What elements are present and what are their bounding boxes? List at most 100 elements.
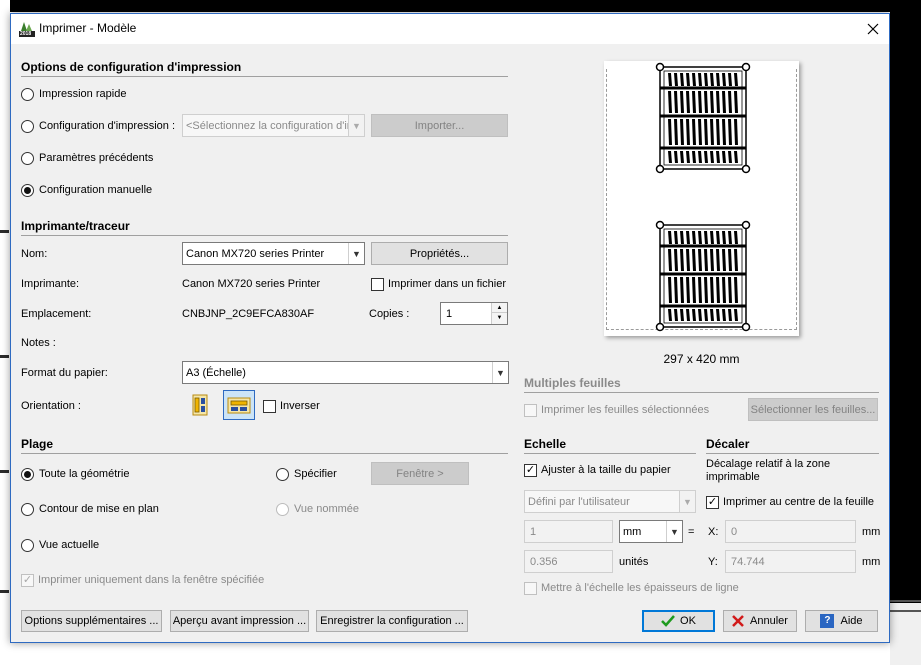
radio-all-geometry[interactable] xyxy=(21,468,34,481)
unit-select[interactable]: mm ▼ xyxy=(619,520,683,543)
radio-layout-outline-label: Contour de mise en plan xyxy=(39,503,159,515)
cancel-icon xyxy=(732,615,744,627)
radio-quick-print[interactable] xyxy=(21,88,34,101)
background-line xyxy=(890,610,921,612)
scale-heading: Echelle xyxy=(524,437,567,451)
print-selected-sheets-label: Imprimer les feuilles sélectionnées xyxy=(541,404,710,416)
offset-y-label: Y: xyxy=(708,556,718,568)
offset-y-unit: mm xyxy=(862,556,881,568)
divider xyxy=(524,453,696,454)
print-to-file-label: Imprimer dans un fichier xyxy=(388,278,506,290)
multi-sheets-heading: Multiples feuilles xyxy=(524,376,621,390)
scale-select[interactable]: Défini par l'utilisateur ▼ xyxy=(524,490,696,513)
print-config-select[interactable]: <Sélectionnez la configuration d'in ▼ xyxy=(182,114,365,137)
radio-all-geometry-label: Toute la géométrie xyxy=(39,468,130,480)
background-mark xyxy=(0,230,9,233)
radio-print-config[interactable] xyxy=(21,120,34,133)
select-sheets-button[interactable]: Sélectionner les feuilles... xyxy=(748,398,878,421)
printer-value: Canon MX720 series Printer xyxy=(182,278,321,290)
landscape-orientation-button[interactable] xyxy=(223,390,255,420)
cancel-label: Annuler xyxy=(750,615,788,627)
fit-paper-label: Ajuster à la taille du papier xyxy=(541,464,671,476)
radio-named-view-label: Vue nommée xyxy=(294,503,360,515)
scale-value-input[interactable]: 1 xyxy=(524,520,613,543)
center-print-label: Imprimer au centre de la feuille xyxy=(723,496,875,508)
units-value-input[interactable]: 0.356 xyxy=(524,550,613,573)
invert-checkbox[interactable] xyxy=(263,400,276,413)
offset-x-unit: mm xyxy=(862,526,881,538)
unit-select-value: mm xyxy=(623,525,642,538)
offset-description: Décalage relatif à la zone imprimable xyxy=(706,458,831,483)
invert-label: Inverser xyxy=(280,400,320,412)
radio-layout-outline[interactable] xyxy=(21,503,34,516)
scale-lineweights-label: Mettre à l'échelle les épaisseurs de lig… xyxy=(541,582,739,594)
radio-previous-settings[interactable] xyxy=(21,152,34,165)
chevron-down-icon: ▼ xyxy=(679,491,695,512)
only-window-checkbox[interactable]: ✓ xyxy=(21,574,34,587)
window-title: Imprimer - Modèle xyxy=(39,21,137,35)
paper-size-caption: 297 x 420 mm xyxy=(663,352,740,366)
radio-specify-label: Spécifier xyxy=(294,468,337,480)
close-button[interactable] xyxy=(857,14,889,44)
print-preview xyxy=(604,61,799,336)
landscape-icon xyxy=(227,397,251,414)
frame-top xyxy=(655,62,751,174)
background-mark xyxy=(0,470,9,473)
print-to-file-checkbox[interactable] xyxy=(371,278,384,291)
spinner-buttons[interactable]: ▲ ▼ xyxy=(491,303,507,324)
cancel-button[interactable]: Annuler xyxy=(723,610,797,632)
offset-y-input[interactable]: 74.744 xyxy=(725,550,856,573)
title-bar[interactable]: 2018 Imprimer - Modèle xyxy=(11,14,889,44)
chevron-up-icon[interactable]: ▲ xyxy=(492,303,507,313)
paper-size-label: Format du papier: xyxy=(21,367,108,379)
help-icon: ? xyxy=(820,614,835,628)
print-preview-button[interactable]: Aperçu avant impression ... xyxy=(170,610,309,632)
chevron-down-icon: ▼ xyxy=(348,115,364,136)
printer-name-select[interactable]: Canon MX720 series Printer ▼ xyxy=(182,242,365,265)
offset-x-input[interactable]: 0 xyxy=(725,520,856,543)
range-heading: Plage xyxy=(21,437,54,451)
properties-button[interactable]: Propriétés... xyxy=(371,242,508,265)
ok-button[interactable]: OK xyxy=(642,610,715,632)
radio-specify[interactable] xyxy=(276,468,289,481)
radio-manual-config-label: Configuration manuelle xyxy=(39,184,153,196)
units-label: unités xyxy=(619,556,649,568)
save-config-button[interactable]: Enregistrer la configuration ... xyxy=(316,610,468,632)
portrait-orientation-button[interactable] xyxy=(187,392,213,418)
config-heading: Options de configuration d'impression xyxy=(21,60,242,74)
background-top-bar xyxy=(0,0,921,12)
scale-select-value: Défini par l'utilisateur xyxy=(528,495,630,508)
divider xyxy=(21,453,508,454)
copies-spinner[interactable]: 1 ▲ ▼ xyxy=(440,302,508,325)
background-left xyxy=(0,0,10,665)
chevron-down-icon[interactable]: ▼ xyxy=(492,313,507,323)
portrait-icon xyxy=(192,394,208,416)
drawing-preview xyxy=(655,62,751,332)
printer-name-label: Nom: xyxy=(21,248,48,260)
app-icon: 2018 xyxy=(18,20,36,38)
units-value: 0.356 xyxy=(530,555,558,568)
offset-y-value: 74.744 xyxy=(731,555,765,568)
radio-manual-config[interactable] xyxy=(21,184,34,197)
window-button[interactable]: Fenêtre > xyxy=(371,462,469,485)
radio-print-config-label: Configuration d'impression : xyxy=(39,120,176,132)
radio-current-view[interactable] xyxy=(21,539,34,552)
scale-lineweights-checkbox[interactable] xyxy=(524,582,537,595)
background-line xyxy=(890,600,921,602)
help-button[interactable]: ? Aide xyxy=(805,610,878,632)
notes-label: Notes : xyxy=(21,337,56,349)
center-print-checkbox[interactable]: ✓ xyxy=(706,496,719,509)
paper-size-value: A3 (Échelle) xyxy=(186,366,246,379)
fit-paper-checkbox[interactable]: ✓ xyxy=(524,464,537,477)
more-options-button[interactable]: Options supplémentaires ... xyxy=(21,610,162,632)
import-button[interactable]: Importer... xyxy=(371,114,508,137)
paper-size-select[interactable]: A3 (Échelle) ▼ xyxy=(182,361,509,384)
background-right xyxy=(890,12,921,665)
print-selected-sheets-checkbox[interactable] xyxy=(524,404,537,417)
scale-value: 1 xyxy=(530,525,537,538)
equals-sign: = xyxy=(688,526,695,538)
help-label: Aide xyxy=(840,615,863,627)
location-label: Emplacement: xyxy=(21,308,92,320)
checkmark-icon xyxy=(661,615,675,627)
radio-named-view[interactable] xyxy=(276,503,289,516)
